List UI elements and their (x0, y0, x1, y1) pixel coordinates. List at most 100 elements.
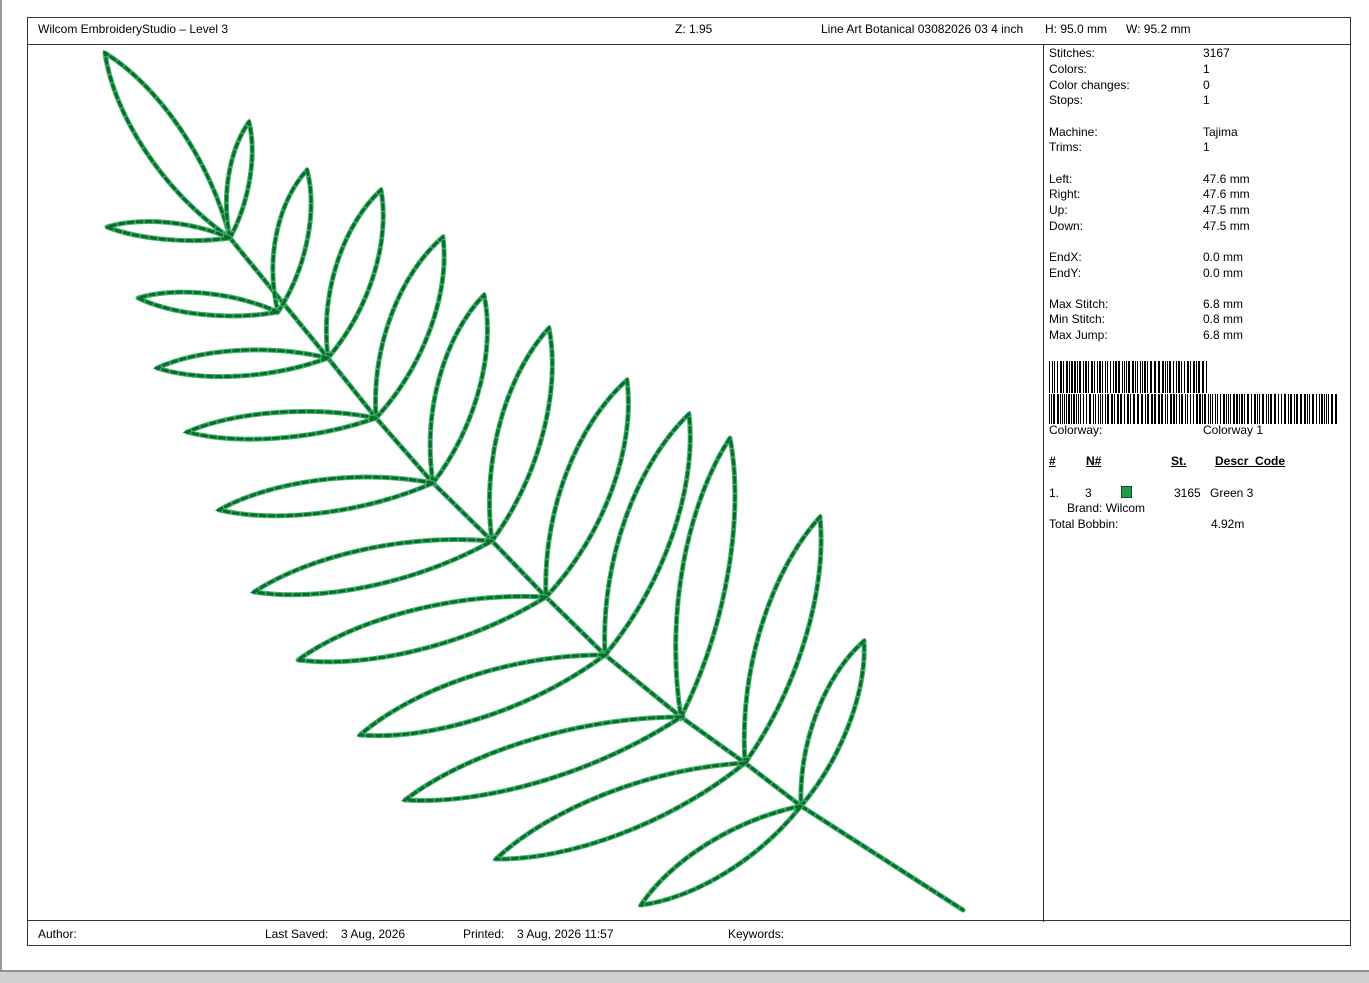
stat-label: Stops: (1049, 93, 1084, 107)
stat-label: Color changes: (1049, 78, 1130, 92)
barcode-bar (1170, 394, 1172, 424)
barcode-bar (1167, 394, 1168, 424)
barcode-bar (1247, 394, 1249, 424)
barcode-bar (1161, 394, 1163, 424)
barcode-bar (1133, 394, 1135, 424)
barcode-bar (1078, 394, 1079, 424)
color-table-row: 1. 3 3165 Green 3 (1049, 486, 1349, 502)
leaflet-9 (182, 408, 382, 442)
barcode-bar (1268, 394, 1269, 424)
barcode-bar (1066, 361, 1068, 393)
barcode-bar (1110, 361, 1111, 393)
leaflet-6 (323, 187, 386, 362)
barcode-bar (1187, 361, 1189, 393)
barcode-bar (1154, 394, 1156, 424)
stat-row: EndY: 0.0 mm (1049, 266, 1349, 282)
barcode-bar (1083, 394, 1084, 424)
barcode-bar (1097, 361, 1098, 393)
stat-value: 47.6 mm (1203, 187, 1250, 201)
barcode-bar (1257, 394, 1258, 424)
keywords-label: Keywords: (728, 927, 785, 941)
leaflet-5 (133, 289, 284, 319)
stat-row: Down: 47.5 mm (1049, 219, 1349, 235)
barcode-bar (1331, 394, 1333, 424)
barcode-bar (1085, 361, 1087, 393)
barcode-bar (1178, 361, 1180, 393)
barcode-bar (1300, 394, 1302, 424)
barcode-bar (1270, 394, 1272, 424)
window-bottom-edge (0, 970, 1369, 983)
barcode-bar (1187, 394, 1188, 424)
barcode-bar (1190, 361, 1191, 393)
stat-row: Stitches: 3167 (1049, 46, 1349, 62)
barcode-bar (1319, 394, 1320, 424)
color-stitch-count: 3165 (1174, 486, 1201, 500)
leaflet-23 (637, 803, 805, 908)
barcode-bar (1147, 394, 1149, 424)
barcode-bar (1212, 394, 1213, 424)
barcode-bar (1154, 361, 1156, 393)
embroidery-design-leaf (102, 50, 966, 913)
barcode-bar (1095, 394, 1096, 424)
barcode-bar (1150, 361, 1152, 393)
stat-value: Tajima (1203, 125, 1238, 139)
total-bobbin-value: 4.92m (1211, 517, 1245, 531)
barcode-bar (1204, 394, 1206, 424)
colorway-row: Colorway: Colorway 1 (1049, 423, 1349, 439)
barcode-bar (1220, 394, 1221, 424)
color-brand-row: Brand: Wilcom (1049, 501, 1349, 517)
stat-value: 1 (1203, 140, 1210, 154)
stat-value: 3167 (1203, 46, 1230, 60)
stat-row: Stops: 1 (1049, 93, 1349, 109)
stat-label: Machine: (1049, 125, 1098, 139)
color-swatch (1121, 486, 1132, 498)
barcode-bar (1102, 361, 1103, 393)
barcode-bar (1105, 361, 1106, 393)
stat-value: 47.5 mm (1203, 203, 1250, 217)
barcode-bar (1099, 361, 1101, 393)
barcode-bar (1049, 361, 1050, 393)
barcode-bar (1062, 394, 1063, 424)
barcode-bar (1217, 394, 1218, 424)
leaflet-4 (270, 166, 314, 316)
barcode-bar (1210, 394, 1211, 424)
barcode-bar (1122, 361, 1123, 393)
print-preview-sheet: Wilcom EmbroideryStudio – Level 3 Z: 1.9… (27, 17, 1351, 946)
design-height: H: 95.0 mm (1045, 22, 1108, 36)
barcode-bar (1296, 394, 1298, 424)
barcode-bar (1073, 394, 1075, 424)
stat-label: Down: (1049, 219, 1084, 233)
barcode-bar (1124, 361, 1125, 393)
barcode-bar (1202, 361, 1204, 393)
stat-row: EndX: 0.0 mm (1049, 250, 1349, 266)
barcode-bar (1060, 394, 1061, 424)
barcode-bar (1239, 394, 1240, 424)
barcode-bar (1111, 394, 1113, 424)
barcode-bar (1079, 361, 1081, 393)
barcode-bar (1068, 394, 1070, 424)
stat-row: Max Jump: 6.8 mm (1049, 328, 1349, 344)
printed-label: Printed: (463, 927, 505, 941)
stat-label: Min Stitch: (1049, 312, 1106, 326)
sheet-header: Wilcom EmbroideryStudio – Level 3 Z: 1.9… (28, 18, 1350, 45)
stat-value: 0 (1203, 78, 1210, 92)
barcode-bar (1124, 394, 1125, 424)
barcode-bar (1228, 394, 1229, 424)
stat-row: Up: 47.5 mm (1049, 203, 1349, 219)
stat-value: 0.0 mm (1203, 250, 1244, 264)
printed-value: 3 Aug, 2026 11:57 (517, 927, 614, 941)
barcode-bar (1233, 394, 1235, 424)
leaflet-2 (223, 118, 255, 243)
barcode-bar (1052, 361, 1053, 393)
barcode-bar (1196, 361, 1197, 393)
barcode-bar (1147, 361, 1148, 393)
barcode-bar (1266, 394, 1267, 424)
window-left-edge (0, 0, 2, 972)
zoom-level: Z: 1.95 (675, 22, 713, 36)
barcode-bar (1259, 394, 1260, 424)
barcode-bar (1288, 394, 1289, 424)
stat-value: 0.8 mm (1203, 312, 1244, 326)
last-saved-label: Last Saved: (265, 927, 329, 941)
barcode-bar (1165, 361, 1166, 393)
design-barcode (1049, 361, 1339, 425)
